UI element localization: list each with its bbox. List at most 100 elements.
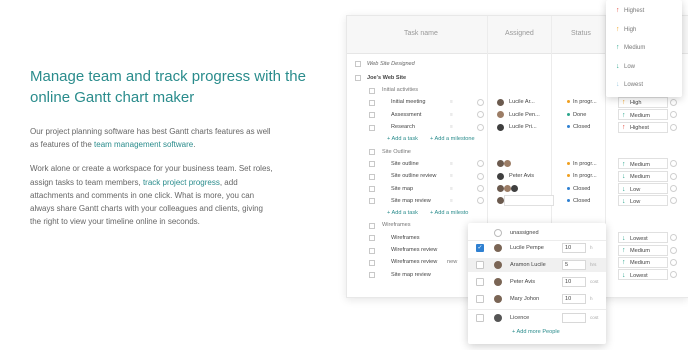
assignee-name[interactable]: Lucile Pen... [509, 112, 540, 118]
task-priority[interactable]: ↓ Low [622, 198, 640, 205]
hours-input[interactable]: 10 [562, 277, 586, 287]
task-status[interactable]: In progr... [567, 161, 597, 167]
person-checkbox[interactable] [476, 295, 484, 303]
header-status[interactable]: Status [571, 30, 591, 37]
checkbox[interactable] [369, 124, 375, 131]
comment-icon[interactable]: ≡ [450, 198, 453, 204]
checkbox[interactable] [369, 112, 375, 119]
task-status[interactable]: In progr... [567, 99, 597, 105]
person-option[interactable]: Peter Avis 10 cost [468, 275, 606, 289]
row-menu-icon[interactable] [670, 123, 677, 131]
priority-option[interactable]: ↑ Medium [616, 44, 645, 51]
header-assigned[interactable]: Assigned [505, 30, 534, 37]
task-priority[interactable]: ↑ Medium [622, 259, 650, 266]
checkbox[interactable] [369, 259, 375, 266]
row-menu-icon[interactable] [670, 160, 677, 168]
add-task-link[interactable]: + Add a task [387, 210, 418, 216]
group-name[interactable]: Site Outline [382, 149, 411, 155]
checkbox[interactable] [369, 149, 375, 156]
task-name[interactable]: Research [391, 124, 415, 130]
task-status[interactable]: In progr... [567, 173, 597, 179]
checkbox[interactable] [369, 247, 375, 254]
priority-option[interactable]: ↑ Highest [616, 7, 644, 14]
task-name[interactable]: Initial meeting [391, 99, 426, 105]
task-priority[interactable]: ↓ Lowest [622, 235, 648, 242]
project-name[interactable]: Web Site Designed [367, 61, 415, 67]
person-checkbox[interactable] [476, 261, 484, 269]
checkbox[interactable] [369, 99, 375, 106]
checkbox[interactable] [369, 173, 375, 180]
checkbox[interactable] [369, 272, 375, 279]
task-name[interactable]: Wireframes [391, 235, 420, 241]
row-menu-icon[interactable] [670, 246, 677, 254]
task-name[interactable]: Wireframes review [391, 259, 437, 265]
row-menu-icon[interactable] [670, 172, 677, 180]
task-name[interactable]: Site map [391, 186, 413, 192]
header-task-name[interactable]: Task name [404, 30, 438, 37]
comment-icon[interactable]: ≡ [450, 99, 453, 105]
task-priority[interactable]: ↓ Lowest [622, 272, 648, 279]
info-icon[interactable] [477, 98, 484, 106]
row-menu-icon[interactable] [670, 185, 677, 192]
row-menu-icon[interactable] [670, 234, 677, 242]
info-icon[interactable] [477, 172, 484, 180]
priority-option[interactable]: ↓ Lowest [616, 81, 643, 88]
info-icon[interactable] [477, 160, 484, 168]
task-name[interactable]: Assessment [391, 112, 421, 118]
info-icon[interactable] [477, 123, 484, 131]
add-more-people-link[interactable]: + Add more People [512, 329, 560, 335]
hours-input[interactable]: 5 [562, 260, 586, 270]
add-task-link[interactable]: + Add a task [387, 136, 418, 142]
task-status[interactable]: Closed [567, 124, 590, 130]
comment-icon[interactable]: ≡ [450, 124, 453, 130]
hours-input[interactable]: 10 [562, 243, 586, 253]
licence-input[interactable] [562, 313, 586, 323]
person-option[interactable]: Mary Johon 10 h [468, 292, 606, 306]
checkbox[interactable] [369, 198, 375, 205]
task-status[interactable]: Done [567, 112, 586, 118]
task-status[interactable]: Closed [567, 186, 590, 192]
task-name[interactable]: Wireframes review [391, 247, 437, 253]
priority-option[interactable]: ↑ High [616, 26, 636, 33]
checkbox[interactable] [369, 235, 375, 242]
info-icon[interactable] [477, 197, 484, 205]
add-milestone-link[interactable]: + Add a milesto [430, 210, 468, 216]
row-menu-icon[interactable] [670, 197, 677, 205]
comment-icon[interactable]: ≡ [450, 112, 453, 118]
checkbox[interactable] [369, 222, 375, 229]
assignee-input[interactable] [504, 195, 554, 207]
row-menu-icon[interactable] [670, 111, 677, 119]
task-status[interactable]: Closed [567, 198, 590, 204]
assignee-name[interactable]: Peter Avis [509, 173, 534, 179]
task-name[interactable]: Site map review [391, 198, 431, 204]
person-option[interactable]: Aramon Lucile 5 hrs [468, 258, 606, 272]
comment-icon[interactable]: ≡ [450, 173, 453, 179]
add-milestone-link[interactable]: + Add a milestone [430, 136, 475, 142]
comment-icon[interactable]: ≡ [450, 161, 453, 167]
group-name[interactable]: Initial activities [382, 87, 418, 93]
task-priority[interactable]: ↓ Low [622, 186, 640, 193]
priority-option[interactable]: ↓ Low [616, 63, 635, 70]
task-name[interactable]: Site outline review [391, 173, 436, 179]
task-priority[interactable]: ↑ Medium [622, 247, 650, 254]
group-name[interactable]: Wireframes [382, 222, 411, 228]
task-priority[interactable]: ↑ High [622, 99, 642, 106]
checkbox[interactable] [369, 161, 375, 168]
row-menu-icon[interactable] [670, 258, 677, 266]
priority-dropdown[interactable]: ↑ Highest ↑ High ↑ Medium ↓ Low ↓ Lowest [606, 0, 682, 97]
checkbox[interactable] [355, 75, 361, 82]
team-management-link[interactable]: team management software [94, 140, 193, 149]
row-menu-icon[interactable] [670, 98, 677, 106]
comment-icon[interactable]: ≡ [450, 186, 453, 192]
assignee-name[interactable]: Lucile Ar... [509, 99, 535, 105]
task-name[interactable]: Site outline [391, 161, 419, 167]
row-menu-icon[interactable] [670, 271, 677, 279]
checkbox[interactable] [369, 186, 375, 192]
person-checkbox[interactable] [476, 278, 484, 286]
info-icon[interactable] [477, 185, 484, 192]
checkbox[interactable] [369, 87, 375, 94]
subproject-name[interactable]: Joe's Web Site [367, 75, 406, 81]
task-priority[interactable]: ↑ Highest [622, 124, 649, 131]
checkbox[interactable] [355, 61, 361, 67]
assignee-name[interactable]: Lucile Pri... [509, 124, 537, 130]
